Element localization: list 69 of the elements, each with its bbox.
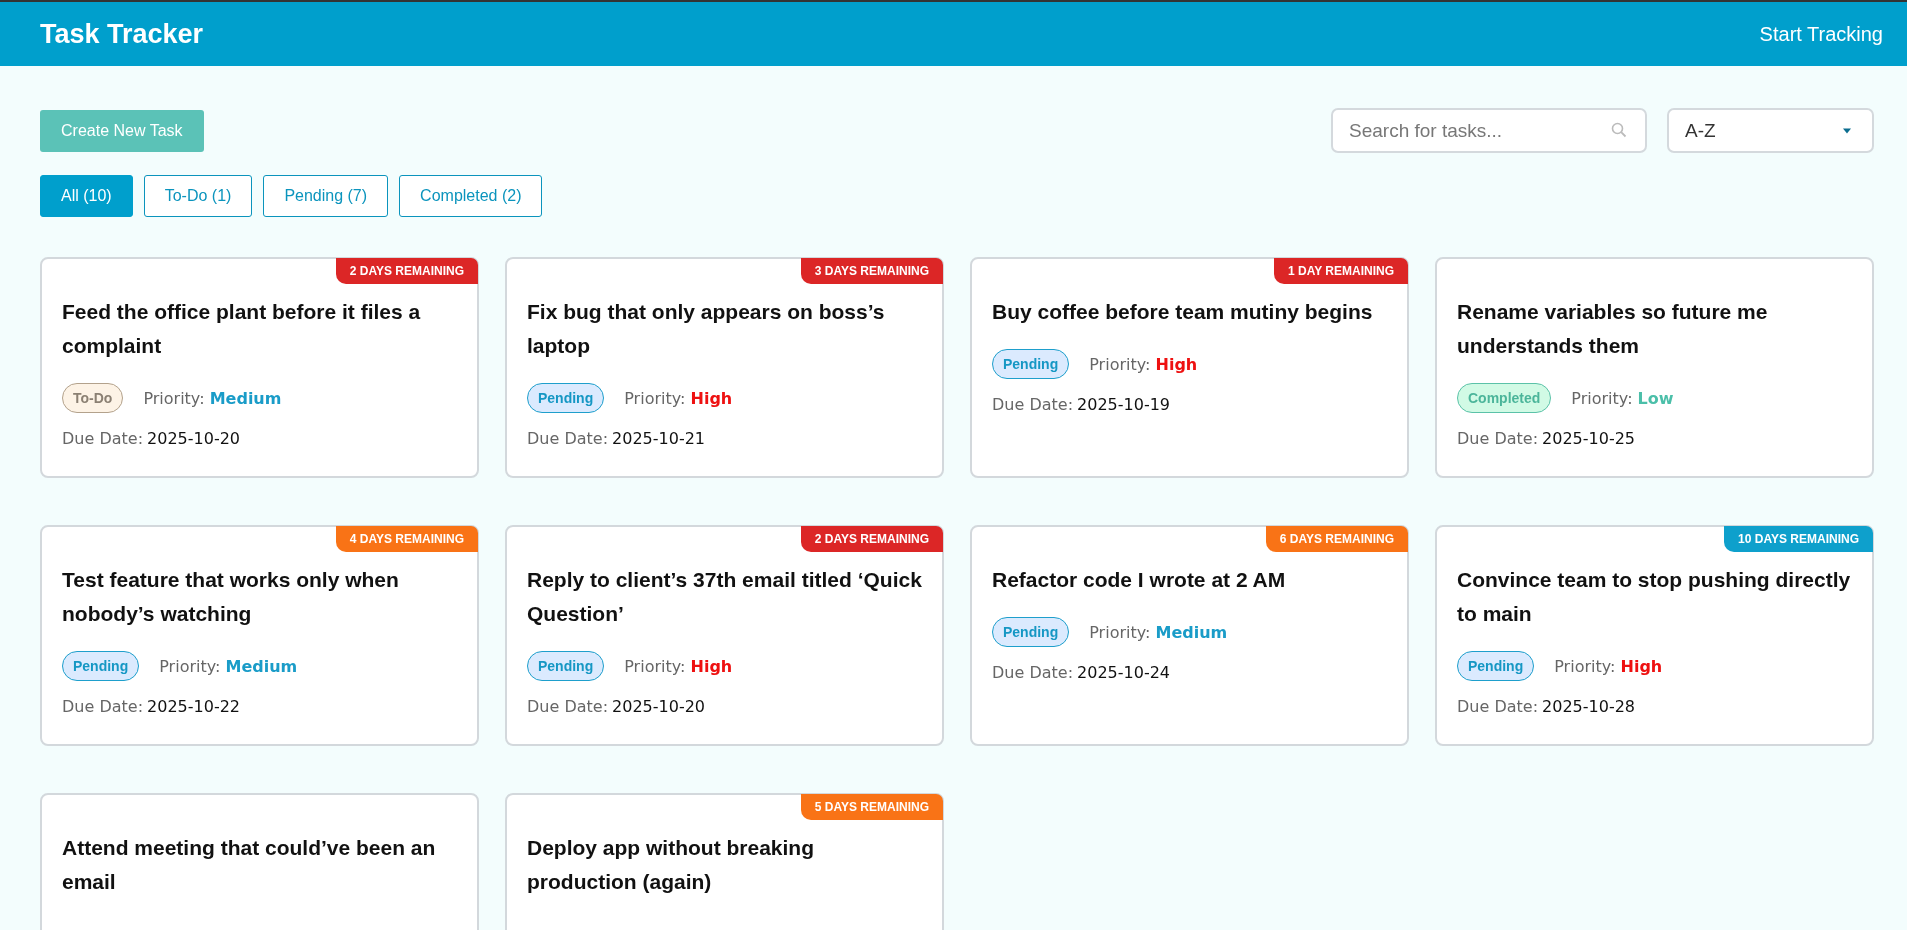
sort-dropdown[interactable]: A-Z [1667,108,1874,153]
task-title: Convince team to stop pushing directly to main [1457,567,1852,627]
priority-label: Priority: [159,656,222,676]
due-date-value: 2025-10-20 [612,697,705,716]
status-badge: Pending [527,651,605,681]
status-badge: Completed [1457,383,1552,413]
status-badge: Pending [1457,651,1535,681]
priority-label: Priority: [143,388,206,408]
days-remaining-badge: 2 DAYS REMAINING [800,526,943,552]
due-date-value: 2025-10-22 [147,697,240,716]
priority-value: Medium [225,656,298,676]
due-date-label: Due Date: [62,697,144,716]
caret-icon [1842,127,1852,134]
due-date-label: Due Date: [1457,697,1539,716]
days-remaining-badge: 4 DAYS REMAINING [335,526,478,552]
due-date-value: 2025-10-21 [612,429,705,448]
status-badge: Pending [992,617,1070,647]
task-title: Attend meeting that could’ve been an email [62,835,437,895]
due-date-label: Due Date: [1457,429,1539,448]
filter-tab[interactable]: To-Do (1) [143,175,253,217]
priority-label: Priority: [1571,388,1634,408]
task-title: Deploy app without breaking production (again) [527,835,816,895]
due-date-value: 2025-10-28 [1542,697,1635,716]
app-title: Task Tracker [40,18,204,50]
task-title: Test feature that works only when nobody’s watching [62,567,400,627]
status-badge: Pending [992,349,1070,379]
priority-value: Low [1637,388,1674,408]
filter-tab[interactable]: Pending (7) [263,175,389,217]
search-field[interactable]: Search for tasks... [1331,108,1647,153]
due-date-label: Due Date: [62,429,144,448]
search-icon [1611,122,1627,138]
task-title: Refactor code I wrote at 2 AM [992,567,1287,593]
create-task-button[interactable]: Create New Task [40,109,204,152]
priority-value: High [690,388,733,408]
due-date-label: Due Date: [992,395,1074,414]
filter-tab[interactable]: Completed (2) [399,175,543,217]
priority-value: High [1155,354,1198,374]
priority-value: High [690,656,733,676]
priority-label: Priority: [624,388,687,408]
task-title: Reply to client’s 37th email titled ‘Quick Question’ [527,567,922,627]
status-badge: Pending [62,651,140,681]
due-date-value: 2025-10-25 [1542,429,1635,448]
start-tracking-link[interactable]: Start Tracking [1759,22,1883,46]
priority-value: Medium [209,388,282,408]
task-title: Buy coffee before team mutiny begins [992,299,1374,325]
task-title: Fix bug that only appears on boss’s laptop [527,299,886,359]
priority-value: High [1620,656,1663,676]
days-remaining-badge: 3 DAYS REMAINING [800,258,943,284]
days-remaining-badge: 5 DAYS REMAINING [800,794,943,820]
due-date-value: 2025-10-24 [1077,663,1170,682]
due-date-label: Due Date: [527,697,609,716]
priority-label: Priority: [1089,354,1152,374]
filter-tab[interactable]: All (10) [40,175,133,217]
due-date-label: Due Date: [527,429,609,448]
status-badge: Pending [527,383,605,413]
days-remaining-badge: 10 DAYS REMAINING [1724,526,1873,552]
days-remaining-badge: 6 DAYS REMAINING [1265,526,1408,552]
task-title: Feed the office plant before it files a complaint [62,299,422,359]
due-date-label: Due Date: [992,663,1074,682]
days-remaining-badge: 1 DAY REMAINING [1273,258,1408,284]
due-date-value: 2025-10-20 [147,429,240,448]
priority-label: Priority: [1089,622,1152,642]
priority-value: Medium [1155,622,1228,642]
due-date-value: 2025-10-19 [1077,395,1170,414]
status-badge: To-Do [62,383,124,413]
priority-label: Priority: [624,656,687,676]
priority-label: Priority: [1554,656,1617,676]
task-title: Rename variables so future me understands them [1457,299,1769,359]
days-remaining-badge: 2 DAYS REMAINING [335,258,478,284]
